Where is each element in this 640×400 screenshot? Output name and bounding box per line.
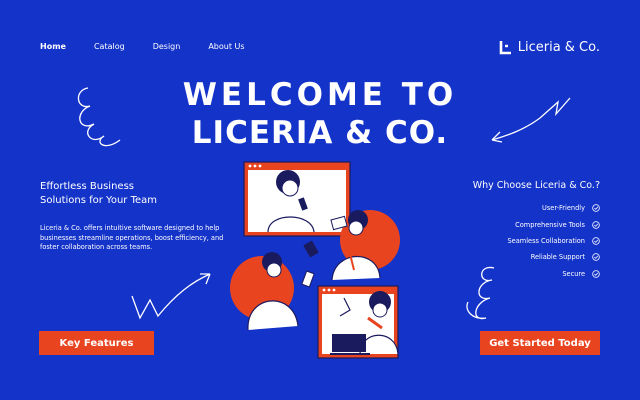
nav-about-link[interactable]: About Us: [208, 42, 244, 51]
left-heading-line2: Solutions for Your Team: [40, 195, 158, 206]
brand-logo[interactable]: Liceria & Co.: [499, 40, 600, 55]
feature-label: Secure: [562, 269, 585, 278]
feature-item: Comprehensive Tools: [507, 216, 600, 232]
team-illustration: [230, 161, 400, 359]
get-started-button[interactable]: Get Started Today: [480, 331, 600, 355]
nav-design-link[interactable]: Design: [153, 42, 181, 51]
top-nav: Home Catalog Design About Us: [40, 42, 273, 51]
left-heading-line1: Effortless Business: [40, 181, 134, 192]
feature-label: Seamless Collaboration: [507, 236, 585, 245]
arrow-zigzag-icon: [131, 273, 211, 320]
scribble-right-icon: [466, 266, 495, 320]
check-circle-icon: [592, 220, 600, 229]
brand-logo-icon: [499, 40, 511, 54]
check-circle-icon: [592, 237, 600, 245]
scribble-left-icon: [77, 87, 121, 147]
feature-list: User-Friendly Comprehensive Tools Seamle…: [507, 200, 600, 282]
left-description: Liceria & Co. offers intuitive software …: [40, 224, 224, 251]
check-circle-icon: [592, 253, 600, 262]
check-circle-icon: [592, 269, 600, 278]
feature-label: User-Friendly: [542, 204, 585, 213]
nav-home-link[interactable]: Home: [40, 42, 66, 51]
feature-item: Secure: [507, 266, 600, 282]
arrow-right-icon: [491, 97, 571, 143]
feature-item: Reliable Support: [507, 249, 600, 265]
feature-label: Reliable Support: [530, 253, 585, 262]
left-heading: Effortless Business Solutions for Your T…: [40, 180, 200, 208]
key-features-button[interactable]: Key Features: [39, 331, 154, 355]
feature-item: User-Friendly: [507, 200, 600, 216]
brand-name: Liceria & Co.: [517, 40, 600, 55]
feature-item: Seamless Collaboration: [507, 233, 600, 249]
nav-catalog-link[interactable]: Catalog: [94, 42, 125, 51]
why-choose-heading: Why Choose Liceria & Co.?: [472, 180, 600, 191]
check-circle-icon: [592, 204, 600, 212]
feature-label: Comprehensive Tools: [515, 220, 585, 229]
